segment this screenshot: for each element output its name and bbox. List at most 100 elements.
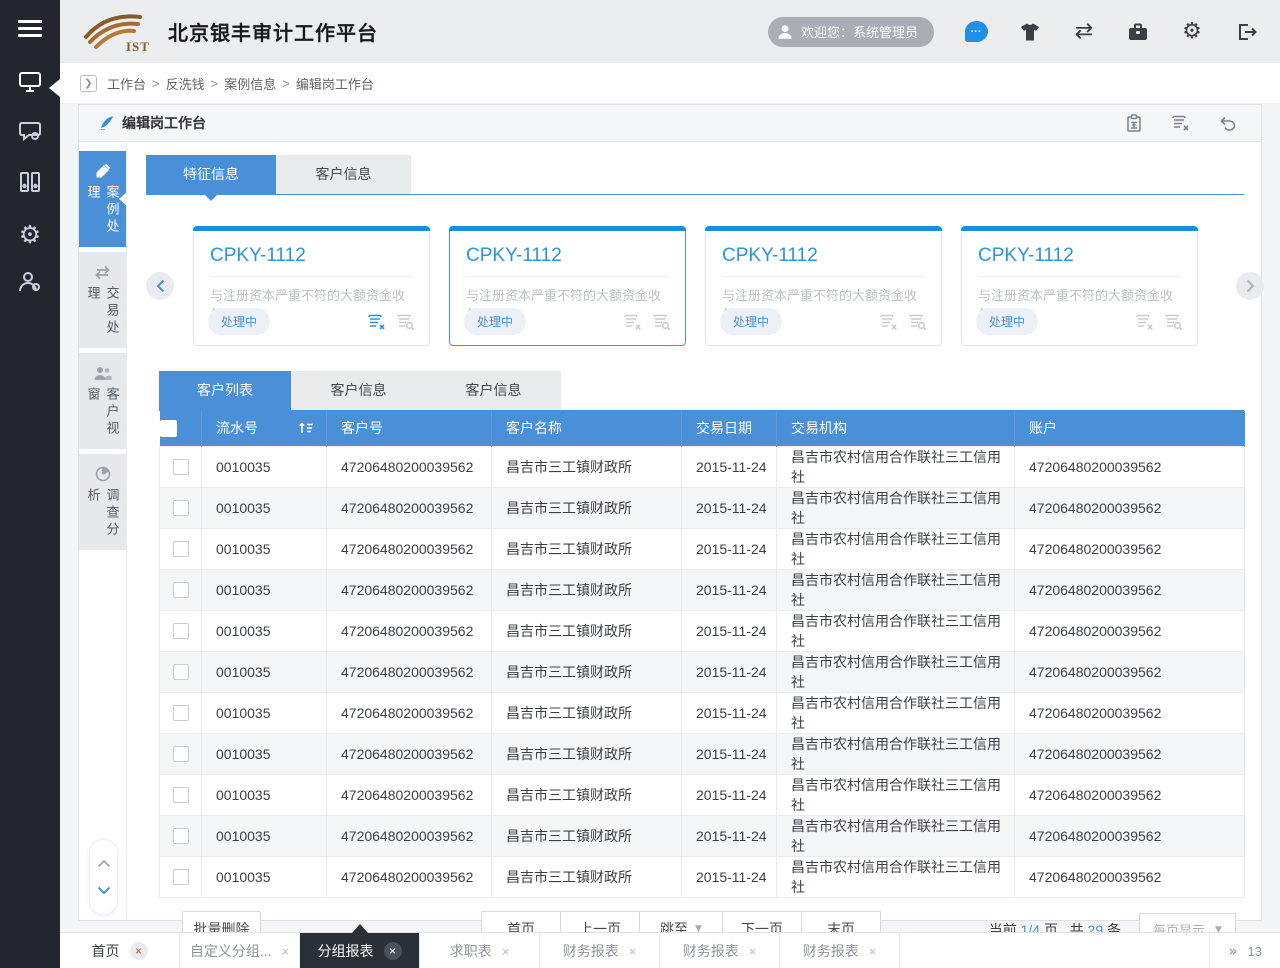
carousel-prev-button[interactable] bbox=[146, 272, 174, 300]
bottom-tab-home[interactable]: 首页 × bbox=[60, 933, 180, 968]
row-checkbox[interactable] bbox=[173, 664, 189, 680]
breadcrumb-item[interactable]: 工作台 bbox=[107, 74, 146, 93]
document-remove-button[interactable] bbox=[623, 313, 642, 331]
table-row[interactable]: 0010035 47206480200039562 昌吉市三工镇财政所 2015… bbox=[160, 528, 1245, 569]
theme-button[interactable] bbox=[1018, 20, 1042, 44]
case-card[interactable]: CPKY-1112 与注册资本严重不符的大额资金收付 处理中 bbox=[193, 226, 430, 346]
cell-trade-date: 2015-11-24 bbox=[682, 692, 777, 733]
carousel-next-button[interactable] bbox=[1236, 272, 1264, 300]
messages-button[interactable]: ··· bbox=[964, 20, 988, 44]
bottom-tab-group-report[interactable]: 分组报表 × bbox=[300, 933, 420, 968]
sidebar-item-system-settings[interactable]: ⚙ bbox=[0, 209, 60, 259]
tab-customer-list[interactable]: 客户列表 bbox=[159, 371, 291, 410]
column-customer-no[interactable]: 客户号 bbox=[327, 411, 492, 446]
close-icon[interactable]: × bbox=[502, 945, 510, 958]
document-search-button[interactable] bbox=[396, 313, 415, 331]
cell-customer-no: 47206480200039562 bbox=[327, 815, 492, 856]
side-tab-case-processing[interactable]: 案例处理 bbox=[79, 151, 126, 247]
breadcrumb-item[interactable]: 反洗钱 bbox=[166, 74, 205, 93]
row-checkbox[interactable] bbox=[173, 500, 189, 516]
case-card[interactable]: CPKY-1112 与注册资本严重不符的大额资金收付 处理中 bbox=[961, 226, 1198, 346]
tab-label: 求职表 bbox=[450, 941, 492, 961]
table-row[interactable]: 0010035 47206480200039562 昌吉市三工镇财政所 2015… bbox=[160, 733, 1245, 774]
breadcrumb-expand-icon[interactable]: ❯ bbox=[80, 75, 97, 92]
close-icon[interactable]: × bbox=[869, 945, 877, 958]
settings-button[interactable]: ⚙ bbox=[1180, 20, 1204, 44]
close-icon[interactable]: × bbox=[749, 945, 757, 958]
sidebar-item-messages[interactable] bbox=[0, 109, 60, 159]
tab-feature-info[interactable]: 特征信息 bbox=[146, 155, 276, 194]
document-search-button[interactable] bbox=[1164, 313, 1183, 331]
case-card-selected[interactable]: CPKY-1112 与注册资本严重不符的大额资金收付 处理中 bbox=[449, 226, 686, 346]
breadcrumb-item[interactable]: 案例信息 bbox=[224, 74, 276, 93]
table-row[interactable]: 0010035 47206480200039562 昌吉市三工镇财政所 2015… bbox=[160, 446, 1245, 487]
bottom-tab-custom-group[interactable]: 自定义分组... × bbox=[180, 933, 300, 968]
side-tab-transaction-processing[interactable]: 交易处理 bbox=[79, 252, 126, 348]
column-trade-date[interactable]: 交易日期 bbox=[682, 411, 777, 446]
row-checkbox[interactable] bbox=[173, 705, 189, 721]
cell-trade-date: 2015-11-24 bbox=[682, 733, 777, 774]
table-row[interactable]: 0010035 47206480200039562 昌吉市三工镇财政所 2015… bbox=[160, 692, 1245, 733]
cell-trade-date: 2015-11-24 bbox=[682, 856, 777, 897]
case-card[interactable]: CPKY-1112 与注册资本严重不符的大额资金收付 处理中 bbox=[705, 226, 942, 346]
hidden-tabs-control[interactable]: » 13 bbox=[1209, 933, 1280, 968]
row-checkbox[interactable] bbox=[173, 582, 189, 598]
table-row[interactable]: 0010035 47206480200039562 昌吉市三工镇财政所 2015… bbox=[160, 487, 1245, 528]
bottom-tab-finance-report-3[interactable]: 财务报表 × bbox=[780, 933, 900, 968]
close-icon[interactable]: × bbox=[130, 942, 148, 960]
active-sidebar-pointer bbox=[49, 79, 60, 97]
table-row[interactable]: 0010035 47206480200039562 昌吉市三工镇财政所 2015… bbox=[160, 856, 1245, 897]
remove-record-button[interactable] bbox=[1171, 114, 1190, 132]
switch-system-button[interactable]: ⇄ bbox=[1072, 20, 1096, 44]
document-search-button[interactable] bbox=[908, 313, 927, 331]
side-tab-investigation-analysis[interactable]: 调查分析 bbox=[79, 454, 126, 550]
hamburger-menu-icon[interactable] bbox=[18, 20, 42, 37]
scroll-up-icon[interactable] bbox=[97, 859, 111, 868]
document-remove-button[interactable] bbox=[367, 313, 386, 331]
undo-button[interactable] bbox=[1218, 114, 1237, 132]
bottom-tab-bar: 首页 × 自定义分组... × 分组报表 × 求职表 × 财务报表 × 财务报表… bbox=[60, 932, 1280, 968]
tab-customer-info-2[interactable]: 客户信息 bbox=[291, 371, 426, 410]
document-search-button[interactable] bbox=[652, 313, 671, 331]
tab-customer-info-3[interactable]: 客户信息 bbox=[426, 371, 561, 410]
close-icon[interactable]: × bbox=[282, 945, 290, 958]
sidebar-item-user-management[interactable] bbox=[0, 259, 60, 309]
bottom-tab-finance-report-2[interactable]: 财务报表 × bbox=[660, 933, 780, 968]
row-checkbox[interactable] bbox=[173, 787, 189, 803]
cell-serial: 0010035 bbox=[202, 774, 327, 815]
bottom-tab-finance-report-1[interactable]: 财务报表 × bbox=[540, 933, 660, 968]
row-checkbox[interactable] bbox=[173, 828, 189, 844]
tab-customer-info[interactable]: 客户信息 bbox=[276, 155, 411, 194]
select-all-checkbox[interactable] bbox=[160, 420, 177, 437]
table-row[interactable]: 0010035 47206480200039562 昌吉市三工镇财政所 2015… bbox=[160, 610, 1245, 651]
user-welcome-badge[interactable]: 欢迎您：系统管理员 bbox=[768, 17, 934, 47]
cell-customer-no: 47206480200039562 bbox=[327, 856, 492, 897]
document-remove-button[interactable] bbox=[879, 313, 898, 331]
column-account[interactable]: 账户 bbox=[1015, 411, 1245, 446]
workspace-button[interactable] bbox=[1126, 20, 1150, 44]
document-remove-icon bbox=[623, 313, 642, 331]
bottom-tab-job-form[interactable]: 求职表 × bbox=[420, 933, 540, 968]
sort-icon[interactable] bbox=[298, 421, 314, 435]
row-checkbox[interactable] bbox=[173, 869, 189, 885]
table-row[interactable]: 0010035 47206480200039562 昌吉市三工镇财政所 2015… bbox=[160, 774, 1245, 815]
table-row[interactable]: 0010035 47206480200039562 昌吉市三工镇财政所 2015… bbox=[160, 651, 1245, 692]
row-checkbox[interactable] bbox=[173, 746, 189, 762]
row-checkbox[interactable] bbox=[173, 623, 189, 639]
row-checkbox[interactable] bbox=[173, 541, 189, 557]
scroll-down-icon[interactable] bbox=[97, 886, 111, 895]
close-icon[interactable]: × bbox=[629, 945, 637, 958]
table-row[interactable]: 0010035 47206480200039562 昌吉市三工镇财政所 2015… bbox=[160, 815, 1245, 856]
close-icon[interactable]: × bbox=[384, 942, 402, 960]
table-row[interactable]: 0010035 47206480200039562 昌吉市三工镇财政所 2015… bbox=[160, 569, 1245, 610]
logout-button[interactable] bbox=[1234, 20, 1258, 44]
side-tab-customer-view[interactable]: 客户视窗 bbox=[79, 353, 126, 449]
document-remove-button[interactable] bbox=[1135, 313, 1154, 331]
row-checkbox[interactable] bbox=[173, 459, 189, 475]
column-customer-name[interactable]: 客户名称 bbox=[492, 411, 682, 446]
customer-table: 流水号 客户号 客户名称 交易日期 交易机构 账户 bbox=[159, 411, 1245, 898]
report-export-button[interactable] bbox=[1125, 114, 1143, 133]
main-content: 特征信息 客户信息 CPKY-1112 与注册资本严重不符的大额资金收付 处理中 bbox=[127, 143, 1261, 920]
sidebar-item-archives[interactable] bbox=[0, 159, 60, 209]
column-trade-org[interactable]: 交易机构 bbox=[777, 411, 1015, 446]
